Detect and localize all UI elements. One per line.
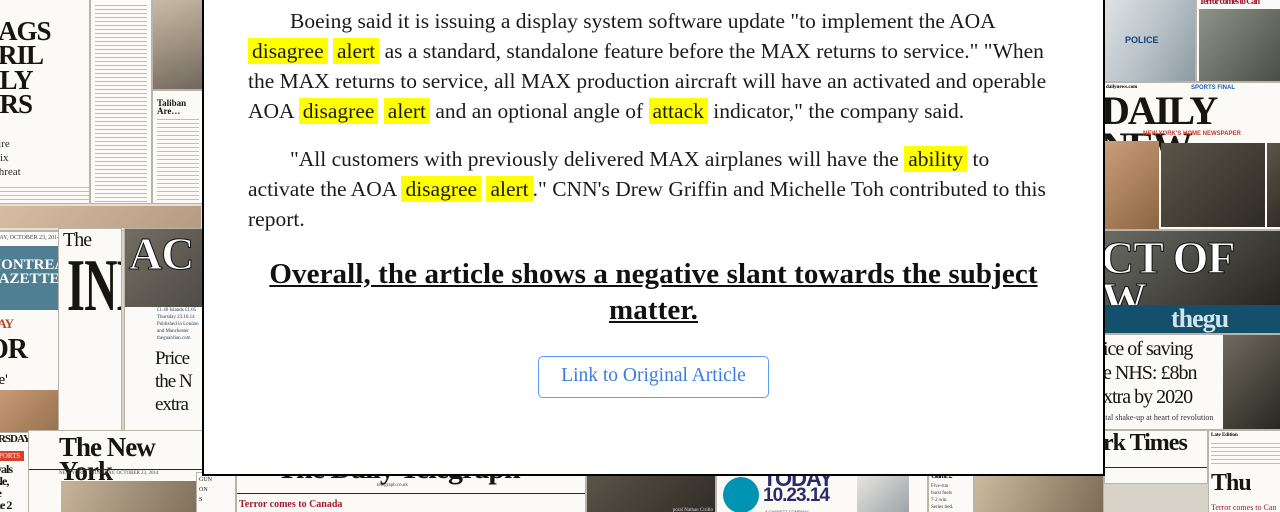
- photo-crowd: [975, 473, 1103, 512]
- clipping-headline: AC: [128, 228, 194, 279]
- photo-scene: [1199, 9, 1280, 81]
- clipping-caption: poral Nathan Cirillo: [672, 508, 713, 512]
- clipping-headline: Terror comes to Canada: [239, 499, 343, 510]
- highlighted-term: alert: [486, 176, 533, 202]
- clipping-masthead: INDE: [67, 245, 121, 327]
- clipping-deck: e direto fixte threat: [0, 138, 21, 178]
- photo-scene-right: [1267, 143, 1280, 227]
- paragraph-1: Boeing said it is issuing a display syst…: [248, 9, 1047, 124]
- clipping-subhead: ital shake-up at heart of revolution: [1104, 413, 1214, 422]
- clipping-street-photo: [152, 0, 204, 90]
- highlighted-term: disagree: [248, 38, 328, 64]
- article-analysis-card: Boeing said it is issuing a display syst…: [202, 0, 1105, 476]
- clipping-headline: Taliban Are…: [157, 98, 187, 117]
- photo-police-raid: [1223, 335, 1280, 429]
- clipping-usa-sports-bottom: Game 2 Five-run burst fuels 7-2 win. Series…: [928, 472, 974, 512]
- clipping-usa-today: TODAY 10.23.14 A GANNETT COMPANY: [716, 472, 928, 512]
- slant-verdict-heading: Overall, the article shows a negative sl…: [269, 258, 1038, 326]
- clipping-masthead: thegu: [1171, 304, 1229, 333]
- highlighted-term: ability: [904, 146, 968, 172]
- clipping-independent: The INDE: [58, 228, 122, 436]
- photo-street-scene: [153, 0, 203, 89]
- clipping-kicker: URSDAY: [0, 433, 31, 445]
- clipping-the-guardian: ice of saving e NHS: £8bn xtra by 2020 ita…: [1104, 334, 1280, 430]
- clipping-new-york-times: The New York NEW YORK, THURSDAY, OCTOBER…: [28, 430, 210, 512]
- clipping-guardian-attack: AC £1.40 Islands £1.05 Thursday 23.10.14 P…: [124, 228, 210, 436]
- usa-today-dot: [723, 477, 759, 512]
- clipping-section-label: SPORTS: [0, 451, 25, 461]
- photo-soldier-and-dog: [1105, 141, 1159, 229]
- clipping-slogan: NEW YORK'S HOME NEWSPAPER: [1143, 131, 1241, 137]
- clipping-caption: GUN ON S: [199, 477, 212, 503]
- clipping-dateline: NEW YORK, THURSDAY, OCTOBER 23, 2014: [59, 471, 159, 476]
- clipping-date: 10.23.14: [763, 485, 830, 506]
- photo-baseball: [857, 475, 909, 512]
- clipping-subhead: Price the Nextra: [155, 348, 193, 415]
- link-to-original-article-button[interactable]: Link to Original Article: [538, 356, 769, 399]
- clipping-column-text: [90, 0, 152, 228]
- clipping-ny-times-right: rk Times: [1104, 430, 1208, 484]
- clipping-dateline: DAY, OCTOBER 23, 2014: [0, 235, 61, 241]
- highlighted-term: attack: [648, 98, 708, 124]
- divider: [237, 493, 585, 494]
- clipping-body-lines: [1211, 443, 1280, 467]
- clipping-subhead: OR: [0, 334, 28, 365]
- clipping-masthead: The New York: [59, 432, 156, 487]
- highlighted-term: disagree: [401, 176, 482, 202]
- police-car-label: POLICE: [1125, 35, 1159, 45]
- highlighted-term: alert: [333, 38, 380, 64]
- clipping-kicker: DAY: [0, 316, 14, 331]
- paragraph-2: "All customers with previously delivered…: [248, 146, 1046, 231]
- clipping-blurb: Five-run burst fuels 7-2 win. Series tied.: [931, 484, 954, 510]
- clipping-blurb: ne': [0, 372, 8, 388]
- clipping-thu: Late Edition Thu Terror comes to Can: [1208, 430, 1280, 512]
- clipping-masthead: rk Times: [1104, 430, 1188, 456]
- clipping-headline: Terror comes to Can: [1211, 503, 1277, 512]
- clipping-daily-news: dailynews.com SPORTS FINAL DAILY NEW NEW…: [1104, 82, 1280, 230]
- clipping-airbags: BAGSERILRLYARS e direto fixte threat: [0, 0, 90, 228]
- clipping-body-lines: [95, 5, 147, 223]
- clipping-nathan-cirillo: poral Nathan Cirillo: [586, 472, 716, 512]
- clipping-crowd-bottom: [974, 472, 1104, 512]
- clipping-headline: ice of saving e NHS: £8bn xtra by 2020: [1104, 338, 1197, 408]
- clipping-act-of-war: CT OF W thegu: [1104, 230, 1280, 334]
- clipping-edition: Late Edition: [1211, 433, 1238, 438]
- clipping-masthead: Thu: [1211, 470, 1252, 496]
- photo-memorial: [587, 473, 715, 512]
- clipping-headline: Terror comes to Can: [1199, 0, 1260, 6]
- clipping-headline: oyalszzle,keme 2: [0, 462, 13, 512]
- photo-scene-centre: [1161, 143, 1265, 227]
- clipping-headline: BAGSERILRLYARS: [0, 16, 52, 119]
- highlighted-term: alert: [383, 98, 430, 124]
- photo-crowd: [61, 481, 207, 512]
- divider: [1105, 467, 1207, 468]
- highlighted-term: disagree: [298, 98, 379, 124]
- clipping-terror-comes-to-canada: Terror comes to Can: [1196, 0, 1280, 82]
- clipping-url: telegraph.co.uk: [377, 483, 408, 488]
- clipping-memorial: GUN ON S: [196, 472, 236, 512]
- card-body: Boeing said it is issuing a display syst…: [204, 0, 1103, 399]
- clipping-info: £1.40 Islands £1.05 Thursday 23.10.14 Publ…: [157, 308, 199, 341]
- photo-building: [0, 206, 201, 228]
- clipping-police-photo: POLICE: [1104, 0, 1196, 82]
- divider: [29, 469, 209, 470]
- clipping-strip-building: [0, 203, 204, 231]
